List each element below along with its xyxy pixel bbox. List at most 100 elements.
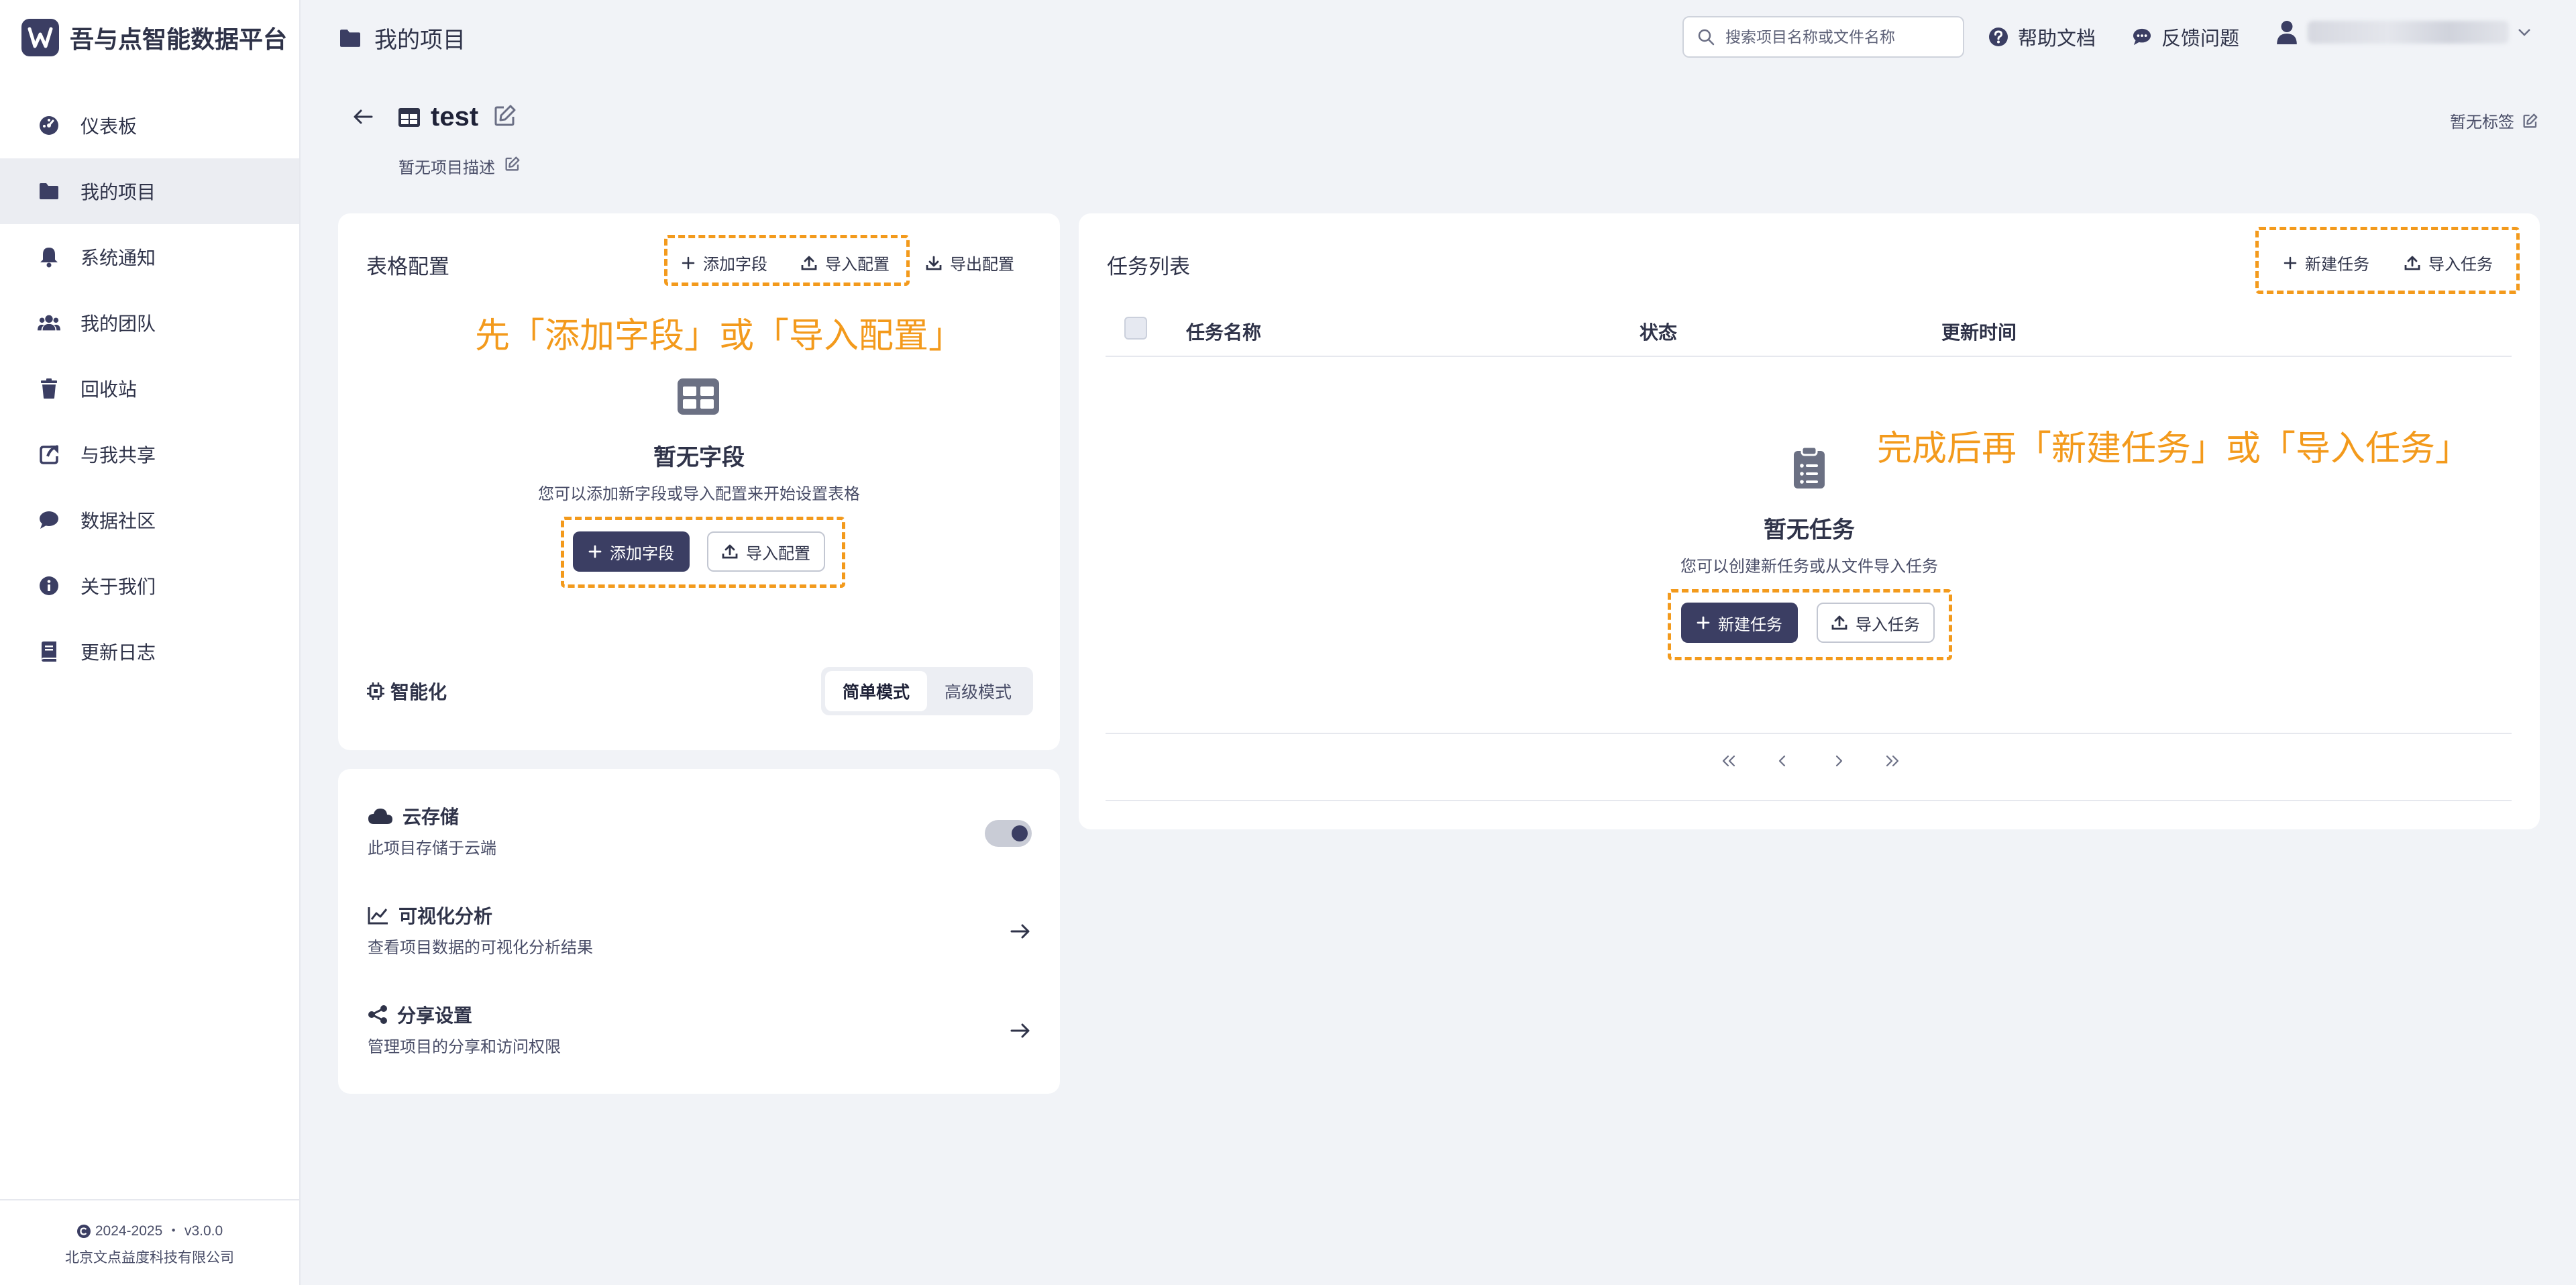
advanced-mode-tab[interactable]: 高级模式: [927, 671, 1029, 711]
annotation-new-task-hint: 完成后再「新建任务」或「导入任务」: [1877, 429, 2471, 468]
add-field-label: 添加字段: [703, 256, 767, 274]
simple-mode-tab[interactable]: 简单模式: [825, 671, 927, 711]
chip-icon: [367, 682, 384, 700]
edit-icon: [494, 105, 516, 126]
first-page-button[interactable]: [1720, 754, 1737, 768]
add-field-button[interactable]: 添加字段: [573, 531, 690, 572]
chat-icon: [38, 509, 60, 531]
add-field-button-label: 添加字段: [610, 544, 674, 563]
project-description: 暂无项目描述: [398, 154, 521, 178]
sidebar-footer: 2024-2025 ・ v3.0.0 北京文点益度科技有限公司: [0, 1199, 299, 1285]
share-settings-row[interactable]: 分享设置 管理项目的分享和访问权限: [368, 1001, 1032, 1082]
visual-analysis-title: 可视化分析: [368, 902, 492, 929]
sidebar-item-my-projects[interactable]: 我的项目: [0, 158, 299, 224]
prev-page-button[interactable]: [1776, 754, 1788, 768]
help-docs-link[interactable]: 帮助文档: [1988, 23, 2096, 51]
column-header-status[interactable]: 状态: [1640, 318, 1677, 345]
sidebar-item-notifications[interactable]: 系统通知: [0, 224, 299, 290]
sidebar-item-about[interactable]: 关于我们: [0, 553, 299, 619]
plus-icon: [1697, 616, 1710, 629]
edit-icon: [505, 156, 520, 171]
next-page-button[interactable]: [1833, 754, 1845, 768]
search-input[interactable]: [1725, 28, 1953, 46]
tags-text: 暂无标签: [2450, 113, 2514, 132]
chevron-left-icon: [1778, 755, 1786, 767]
new-task-label: 新建任务: [2305, 256, 2369, 274]
add-field-toolbar-button[interactable]: 添加字段: [682, 251, 767, 274]
last-page-button[interactable]: [1884, 754, 1901, 768]
user-menu[interactable]: username_redacted: [2275, 20, 2532, 44]
empty-table-icon: [676, 377, 720, 419]
edit-tags-button[interactable]: 暂无标签: [2450, 109, 2538, 132]
project-header: test 暂无项目描述 暂无标签: [301, 94, 2576, 188]
empty-fields-title: 暂无字段: [653, 445, 745, 470]
share-settings-label: 分享设置: [397, 1005, 473, 1026]
export-config-toolbar-button[interactable]: 导出配置: [926, 251, 1014, 274]
table-header-divider: [1106, 356, 2512, 357]
sidebar-item-team[interactable]: 我的团队: [0, 290, 299, 356]
sidebar-item-dashboard[interactable]: 仪表板: [0, 93, 299, 158]
help-icon: [1989, 28, 2008, 46]
sidebar-item-shared-with-me[interactable]: 与我共享: [0, 421, 299, 487]
download-icon: [926, 256, 942, 270]
back-button[interactable]: [352, 106, 376, 131]
column-header-task-name[interactable]: 任务名称: [1186, 318, 1261, 345]
sidebar-item-changelog[interactable]: 更新日志: [0, 619, 299, 684]
smart-label-text: 智能化: [390, 682, 447, 703]
top-header: 我的项目 帮助文档 反馈问题 username_redacted: [301, 0, 2576, 74]
chevron-right-icon: [1835, 755, 1843, 767]
toggle-knob: [1012, 825, 1028, 841]
annotation-add-field-hint: 先「添加字段」或「导入配置」: [475, 317, 964, 356]
empty-fields-subtitle: 您可以添加新字段或导入配置来开始设置表格: [538, 485, 860, 503]
project-name: test: [431, 102, 479, 132]
share-nodes-icon: [368, 1005, 387, 1024]
pagination-bottom-divider: [1106, 800, 2512, 801]
new-task-toolbar-button[interactable]: 新建任务: [2284, 251, 2369, 274]
edit-project-name-button[interactable]: [493, 103, 517, 131]
trash-icon: [38, 377, 60, 400]
import-task-button[interactable]: 导入任务: [1817, 603, 1935, 643]
sidebar-item-label: 与我共享: [80, 445, 156, 466]
new-task-button-label: 新建任务: [1718, 615, 1782, 634]
select-all-checkbox[interactable]: [1124, 317, 1147, 340]
visual-analysis-row[interactable]: 可视化分析 查看项目数据的可视化分析结果: [368, 902, 1032, 982]
cloud-storage-toggle[interactable]: [985, 820, 1032, 847]
table-config-title: 表格配置: [366, 255, 449, 278]
import-config-button[interactable]: 导入配置: [707, 531, 825, 572]
new-task-button[interactable]: 新建任务: [1681, 603, 1798, 643]
brand-logo-icon: [21, 19, 59, 56]
plus-icon: [682, 256, 695, 269]
team-icon: [38, 311, 60, 334]
cloud-icon: [368, 809, 392, 824]
import-task-toolbar-button[interactable]: 导入任务: [2404, 251, 2493, 274]
copyright-text: 2024-2025 ・ v3.0.0: [95, 1223, 223, 1239]
brand[interactable]: 吾与点智能数据平台: [21, 17, 287, 58]
visual-analysis-arrow[interactable]: [1008, 921, 1032, 945]
feedback-label: 反馈问题: [2161, 28, 2240, 50]
empty-tasks-title: 暂无任务: [1764, 517, 1855, 543]
breadcrumb[interactable]: 我的项目: [338, 21, 466, 54]
app-root: 吾与点智能数据平台 仪表板 我的项目 系统通知 我的团队 回收站 与我共享 数据…: [0, 0, 2576, 1285]
import-task-label: 导入任务: [2428, 256, 2493, 274]
export-config-label: 导出配置: [950, 256, 1014, 274]
comment-icon: [2133, 28, 2151, 46]
edit-description-button[interactable]: [504, 156, 521, 176]
feedback-link[interactable]: 反馈问题: [2132, 23, 2239, 51]
double-chevron-left-icon: [1722, 755, 1735, 767]
info-icon: [38, 574, 60, 597]
import-config-toolbar-button[interactable]: 导入配置: [801, 251, 890, 274]
upload-icon: [801, 256, 817, 270]
line-chart-icon: [368, 907, 388, 925]
sidebar-item-recycle-bin[interactable]: 回收站: [0, 356, 299, 421]
empty-task-clipboard-icon: [1792, 446, 1826, 493]
column-header-updated-time[interactable]: 更新时间: [1941, 318, 2017, 345]
share-settings-title: 分享设置: [368, 1001, 472, 1028]
task-list-card: 任务列表 新建任务 导入任务 任务名称 状态 更新时间 完成后再「新建任务」或「…: [1079, 213, 2540, 829]
import-config-label: 导入配置: [825, 256, 890, 274]
sidebar-item-community[interactable]: 数据社区: [0, 487, 299, 553]
share-icon: [38, 443, 60, 466]
book-icon: [38, 640, 60, 663]
project-settings-card: 云存储 此项目存储于云端 可视化分析 查看项目数据的可视化分析结果 分享设置 管…: [338, 769, 1060, 1094]
share-settings-arrow[interactable]: [1008, 1020, 1032, 1045]
cloud-storage-desc: 此项目存储于云端: [368, 839, 496, 858]
